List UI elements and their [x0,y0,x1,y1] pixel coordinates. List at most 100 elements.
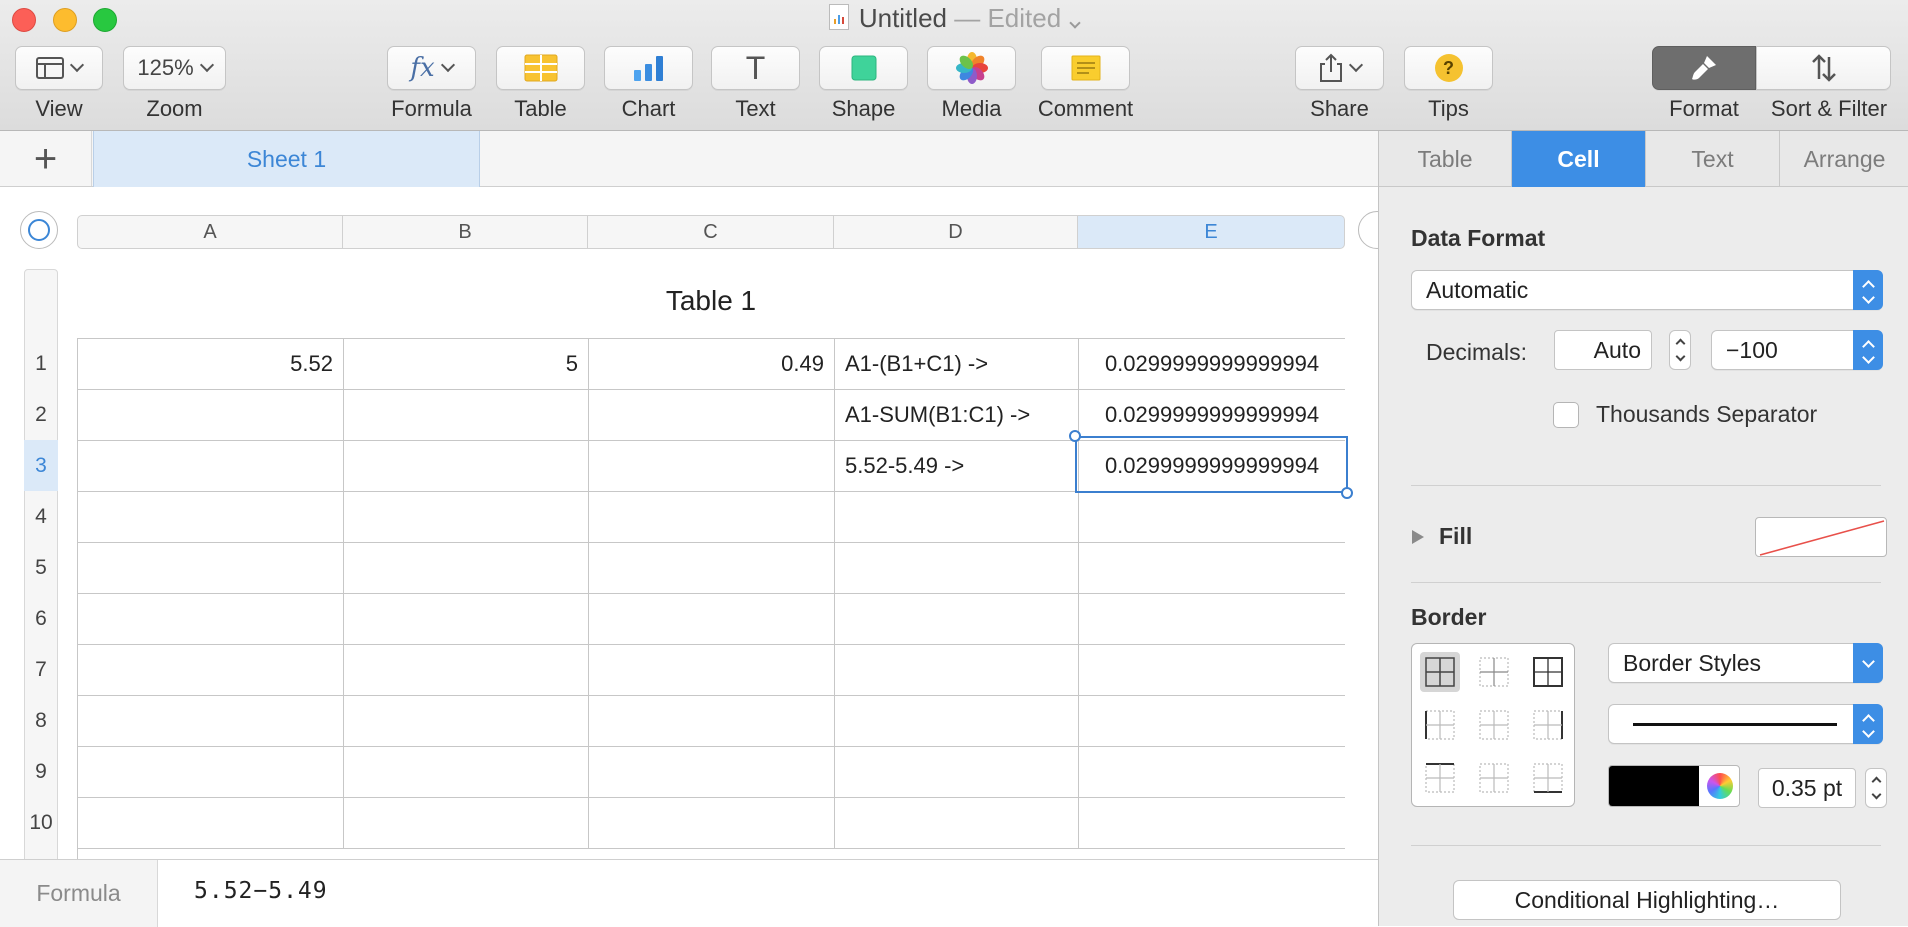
table-cell-c5[interactable] [589,543,835,594]
table-cell-d4[interactable] [835,492,1079,543]
table-cell-a6[interactable] [78,594,344,645]
table-cell-e7[interactable] [1079,645,1345,696]
table-cell-d7[interactable] [835,645,1079,696]
fill-disclosure[interactable]: Fill [1411,523,1472,550]
conditional-highlighting-button[interactable]: Conditional Highlighting… [1453,880,1841,920]
fill-color-well[interactable] [1755,517,1887,557]
decimals-stepper[interactable] [1669,330,1691,370]
table-grid[interactable]: 5.52 5 0.49 A1-(B1+C1) -> 0.0299999999999994… [77,338,1345,859]
table-cell-b7[interactable] [344,645,589,696]
row-header-7[interactable]: 7 [24,644,58,695]
spreadsheet-canvas[interactable]: ABCDE 1 2 3 4 5 6 7 8 9 10 Table 1 5.52 5 0.49 A1-(B… [0,187,1396,869]
table-cell-a8[interactable] [78,696,344,747]
table-cell-c7[interactable] [589,645,835,696]
column-header-e[interactable]: E [1078,215,1345,249]
table-cell-e10[interactable] [1079,798,1345,849]
table-cell-a5[interactable] [78,543,344,594]
table-cell-a10[interactable] [78,798,344,849]
table-cell-e6[interactable] [1079,594,1345,645]
tips-button[interactable]: ? [1404,46,1493,90]
formula-button[interactable]: fx [387,46,476,90]
color-wheel-icon[interactable] [1707,773,1733,799]
table-cell-a3[interactable] [78,441,344,492]
table-cell-a2[interactable] [78,390,344,441]
row-header-10[interactable]: 10 [24,797,58,848]
select-table-button[interactable] [20,211,58,249]
table-cell-b6[interactable] [344,594,589,645]
table-cell-c2[interactable] [589,390,835,441]
table-title[interactable]: Table 1 [77,285,1345,317]
table-cell-d2[interactable]: A1-SUM(B1:C1) -> [835,390,1079,441]
table-cell-d6[interactable] [835,594,1079,645]
media-button[interactable] [927,46,1016,90]
table-cell-a4[interactable] [78,492,344,543]
table-cell-c6[interactable] [589,594,835,645]
zoom-select[interactable]: 125% [123,46,226,90]
border-line-style-select[interactable] [1608,704,1883,744]
tab-arrange[interactable]: Arrange [1780,131,1908,187]
table-cell-e5[interactable] [1079,543,1345,594]
row-header-8[interactable]: 8 [24,695,58,746]
border-width-stepper[interactable] [1865,768,1887,808]
table-cell-a1[interactable]: 5.52 [78,339,344,390]
table-cell-c8[interactable] [589,696,835,747]
table-cell-b5[interactable] [344,543,589,594]
table-cell-d9[interactable] [835,747,1079,798]
table-cell-c9[interactable] [589,747,835,798]
column-header-a[interactable]: A [77,215,343,249]
table-cell-a7[interactable] [78,645,344,696]
row-header-5[interactable]: 5 [24,542,58,593]
border-color-well[interactable] [1608,765,1740,807]
table-cell-d10[interactable] [835,798,1079,849]
table-button[interactable] [496,46,585,90]
text-button[interactable]: T [711,46,800,90]
row-header-6[interactable]: 6 [24,593,58,644]
comment-button[interactable] [1041,46,1130,90]
table-cell-e8[interactable] [1079,696,1345,747]
column-header-c[interactable]: C [588,215,834,249]
column-header-d[interactable]: D [834,215,1078,249]
tab-cell[interactable]: Cell [1512,131,1646,187]
add-sheet-button[interactable]: + [0,131,92,186]
table-cell-b3[interactable] [344,441,589,492]
tab-table[interactable]: Table [1379,131,1512,187]
table-cell-c10[interactable] [589,798,835,849]
border-width-field[interactable]: 0.35 pt [1758,768,1856,808]
row-header-4[interactable]: 4 [24,491,58,542]
view-button[interactable] [15,46,103,90]
table-cell-d5[interactable] [835,543,1079,594]
shape-button[interactable] [819,46,908,90]
table-cell-d3[interactable]: 5.52-5.49 -> [835,441,1079,492]
table-cell-b2[interactable] [344,390,589,441]
table-cell-b8[interactable] [344,696,589,747]
table-cell-e1[interactable]: 0.0299999999999994 [1079,339,1345,390]
table-cell-a9[interactable] [78,747,344,798]
data-format-select[interactable]: Automatic [1411,270,1883,310]
negative-format-select[interactable]: −100 [1711,330,1883,370]
format-button[interactable] [1652,46,1756,90]
tab-text[interactable]: Text [1646,131,1780,187]
table-cell-e2[interactable]: 0.0299999999999994 [1079,390,1345,441]
decimals-field[interactable]: Auto [1554,330,1652,370]
row-header-2[interactable]: 2 [24,389,58,440]
thousands-separator-checkbox[interactable] [1553,402,1579,428]
table-cell-b9[interactable] [344,747,589,798]
table-cell-c4[interactable] [589,492,835,543]
border-styles-select[interactable]: Border Styles [1608,643,1883,683]
table-cell-b10[interactable] [344,798,589,849]
chart-button[interactable] [604,46,693,90]
selection-handle-bottom-right[interactable] [1341,487,1353,499]
table-cell-c1[interactable]: 0.49 [589,339,835,390]
share-button[interactable] [1295,46,1384,90]
selection-handle-top-left[interactable] [1069,430,1081,442]
table-cell-d1[interactable]: A1-(B1+C1) -> [835,339,1079,390]
border-picker[interactable] [1411,643,1575,807]
formula-editor[interactable]: 5.52−5.49 [194,878,328,904]
tab-sheet-1[interactable]: Sheet 1 [93,131,480,187]
table-cell-b1[interactable]: 5 [344,339,589,390]
column-header-b[interactable]: B [343,215,588,249]
table-cell-c3[interactable] [589,441,835,492]
row-header-9[interactable]: 9 [24,746,58,797]
table-cell-d8[interactable] [835,696,1079,747]
table-cell-e4[interactable] [1079,492,1345,543]
